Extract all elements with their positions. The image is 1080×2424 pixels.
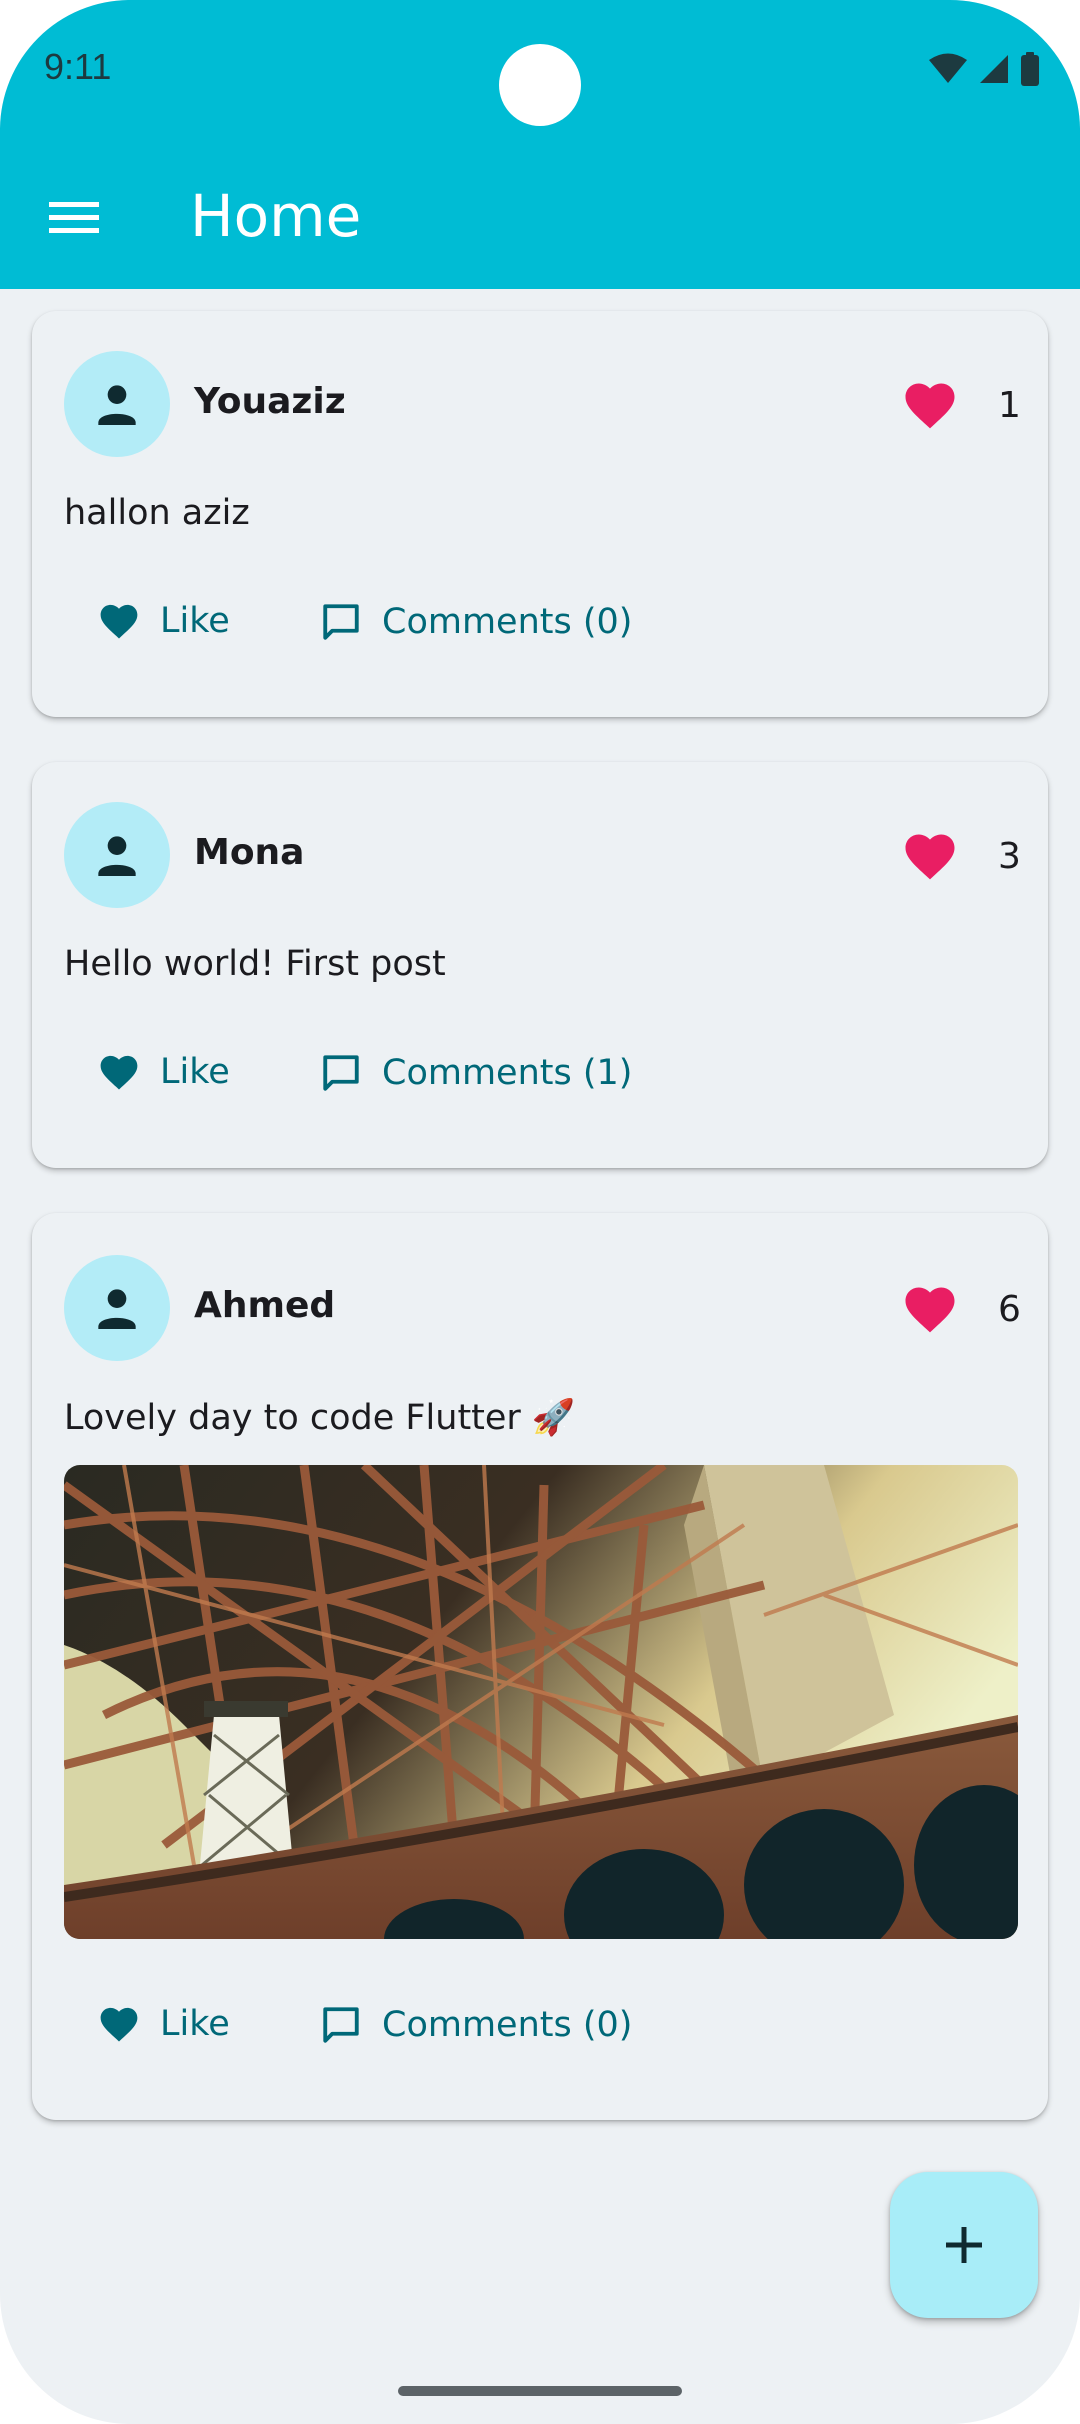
post-card: Ahmed 6 Lovely day to code Flutter 🚀 Lik… [32,1213,1048,2120]
status-time: 9:11 [44,46,112,87]
hamburger-menu-icon[interactable] [32,176,116,260]
post-image [64,1465,1018,1939]
comment-icon [323,2007,359,2043]
like-button[interactable]: Like [98,2004,230,2044]
page-title: Home [190,182,362,250]
person-icon [98,385,136,425]
post-card: Mona 3 Hello world! First post Like Comm… [32,762,1048,1168]
post-author: Youaziz [194,381,346,422]
avatar [64,802,170,908]
like-count: 3 [998,836,1021,877]
post-author: Mona [194,832,305,873]
comments-button[interactable]: Comments (1) [320,1052,632,1094]
heart-icon [905,1287,955,1333]
like-button[interactable]: Like [98,1052,230,1092]
avatar [64,351,170,457]
comment-icon [323,1055,359,1091]
phone-screen: 9:11 Home Youaziz 1 hallon aziz Like Com… [0,0,1080,2424]
post-text: Lovely day to code Flutter 🚀 [64,1398,576,1438]
wifi-icon [929,53,967,83]
like-count: 1 [998,385,1021,426]
comments-button[interactable]: Comments (0) [320,2004,632,2046]
camera-cutout [499,44,581,126]
bridge-photo [64,1465,1018,1939]
heart-icon [905,834,955,880]
plus-icon [946,2227,982,2263]
heart-icon [905,383,955,429]
like-button-label: Like [160,2004,230,2044]
post-text: Hello world! First post [64,944,446,984]
like-button-label: Like [160,1052,230,1092]
battery-icon [1021,52,1039,86]
home-indicator[interactable] [398,2386,682,2396]
comments-button-label: Comments (0) [382,602,633,642]
comments-button-label: Comments (1) [382,1053,633,1093]
post-text: hallon aziz [64,493,250,533]
like-button-label: Like [160,601,230,641]
signal-icon [980,55,1008,83]
comments-button[interactable]: Comments (0) [320,601,632,643]
like-button[interactable]: Like [98,601,230,641]
person-icon [98,1289,136,1329]
heart-icon [100,2007,138,2042]
heart-icon [100,604,138,639]
avatar [64,1255,170,1361]
heart-icon [100,1055,138,1090]
add-post-button[interactable] [890,2172,1038,2318]
post-card: Youaziz 1 hallon aziz Like Comments (0) [32,311,1048,717]
like-count: 6 [998,1289,1021,1330]
app-header: 9:11 Home [0,0,1080,289]
post-author: Ahmed [194,1285,336,1326]
comment-icon [323,604,359,640]
status-icons [928,52,1040,86]
comments-button-label: Comments (0) [382,2005,633,2045]
person-icon [98,836,136,876]
